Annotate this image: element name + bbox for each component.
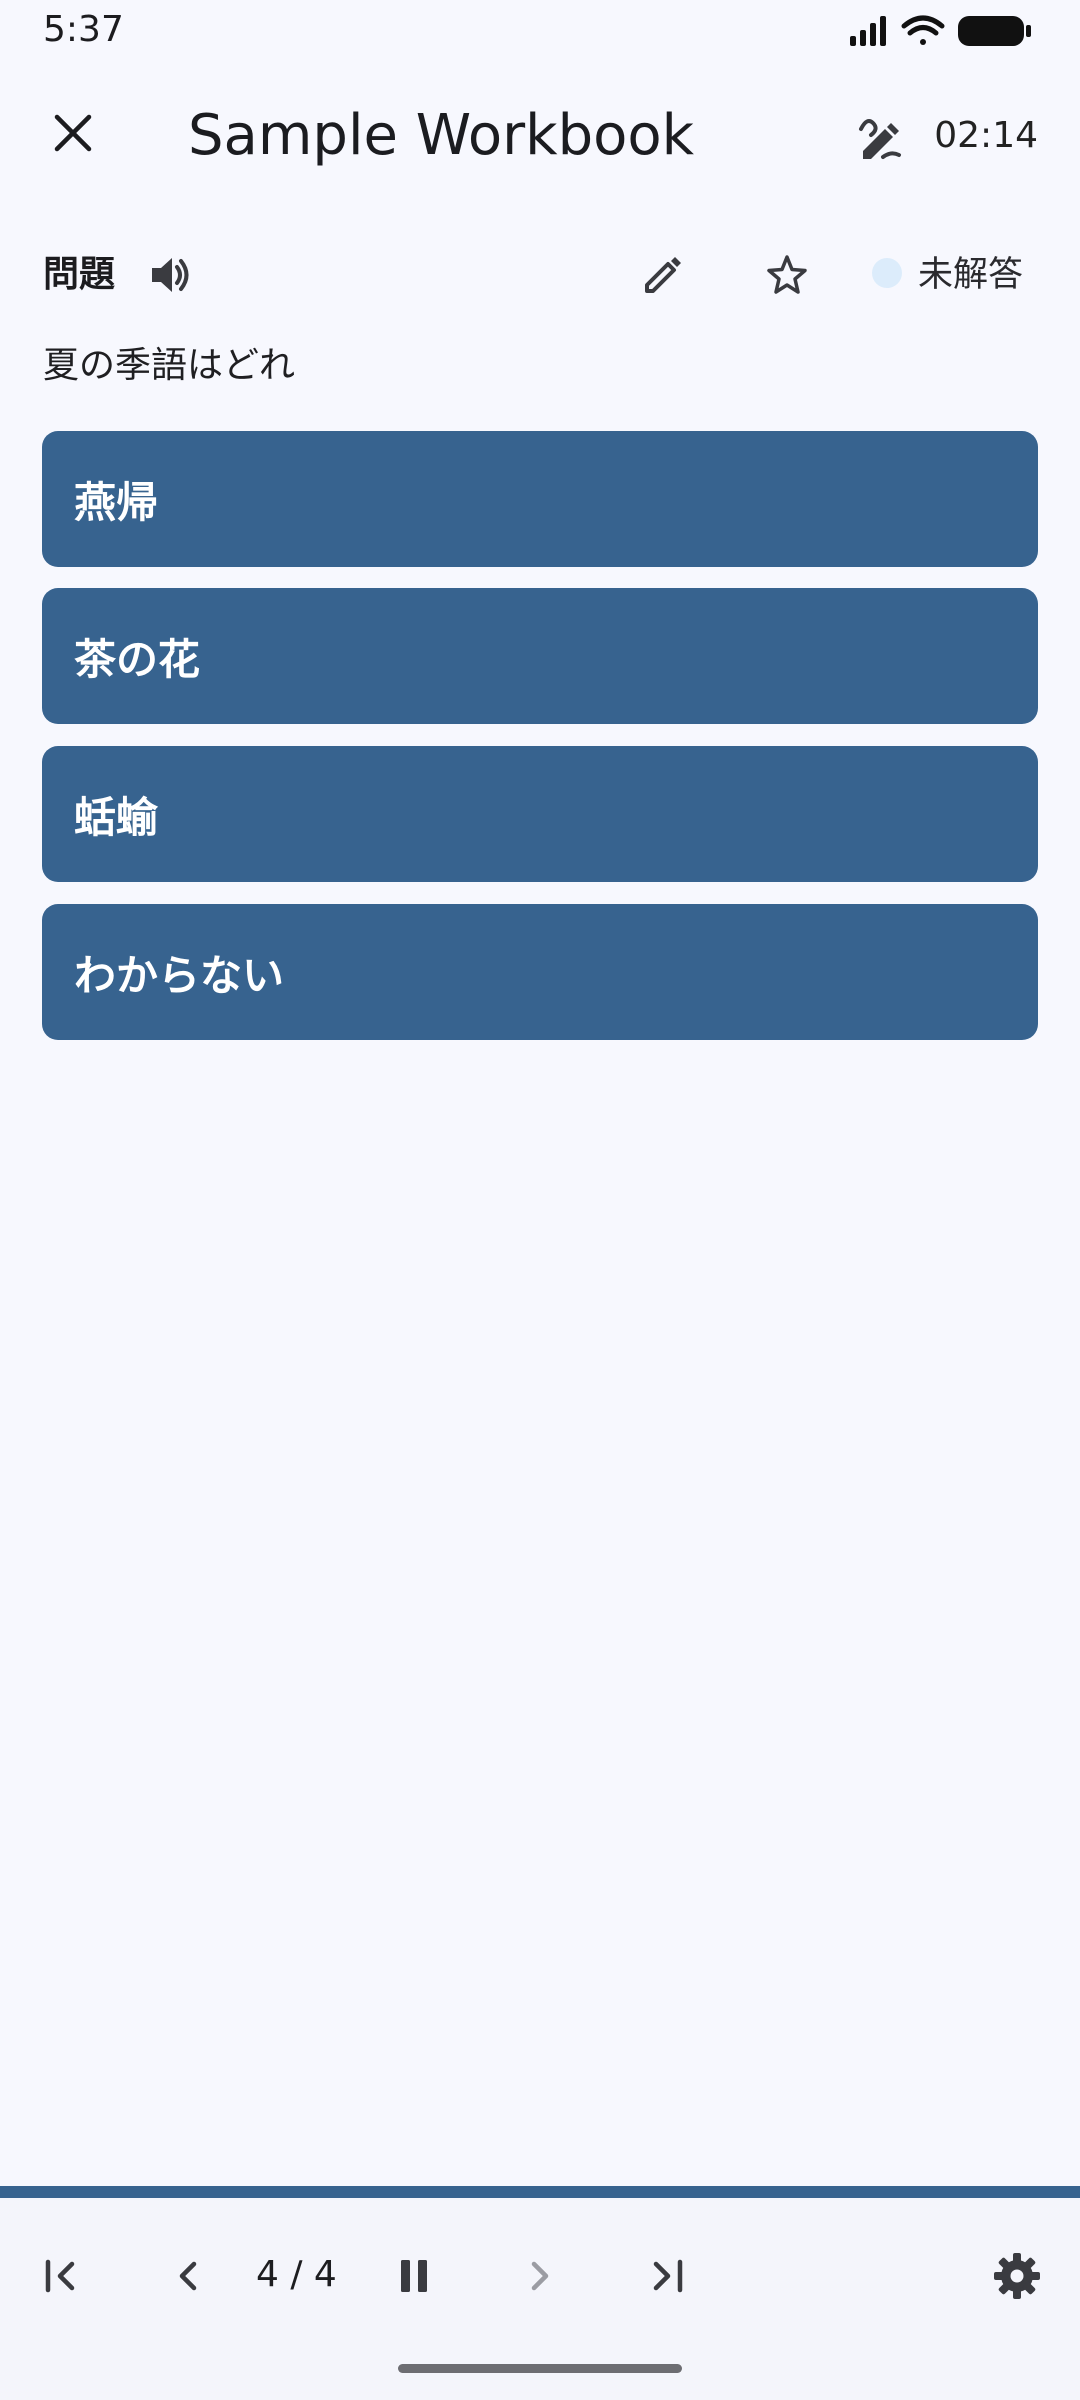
- skip-last-icon: [653, 2259, 683, 2293]
- close-button[interactable]: [40, 100, 106, 166]
- choice-label: 蛞蝓: [74, 792, 159, 842]
- skip-first-icon: [45, 2259, 75, 2293]
- speaker-icon: [152, 258, 189, 292]
- chevron-left-icon: [179, 2261, 197, 2291]
- choice-label: 茶の花: [74, 634, 201, 684]
- pause-button[interactable]: [378, 2240, 450, 2312]
- choice-label: 燕帰: [74, 477, 159, 527]
- elapsed-timer: 02:14: [934, 115, 1038, 156]
- pause-icon: [401, 2260, 427, 2292]
- handwriting-button[interactable]: [848, 104, 914, 170]
- page-indicator: 4 / 4: [256, 2254, 337, 2295]
- gear-icon: [994, 2253, 1040, 2299]
- read-aloud-button[interactable]: [140, 244, 202, 306]
- signal-icon: [850, 16, 886, 46]
- home-indicator[interactable]: [398, 2364, 682, 2373]
- last-question-button[interactable]: [630, 2240, 702, 2312]
- answer-status-label: 未解答: [918, 255, 1024, 295]
- battery-icon: [958, 16, 1031, 46]
- status-bar-time: 5:37: [43, 9, 124, 50]
- next-question-button[interactable]: [504, 2240, 576, 2312]
- handwriting-icon: [859, 119, 901, 159]
- choice-button[interactable]: 茶の花: [42, 588, 1038, 724]
- choice-button[interactable]: 燕帰: [42, 431, 1038, 567]
- question-text: 夏の季語はどれ: [43, 345, 296, 386]
- settings-button[interactable]: [981, 2240, 1053, 2312]
- star-outline-icon: [767, 255, 807, 294]
- answer-status-dot: [872, 258, 902, 288]
- progress-bar: [0, 2186, 1080, 2198]
- pencil-icon: [645, 257, 681, 293]
- chevron-right-icon: [531, 2261, 549, 2291]
- previous-question-button[interactable]: [152, 2240, 224, 2312]
- choice-button[interactable]: わからない: [42, 904, 1038, 1040]
- close-icon: [54, 114, 92, 152]
- wifi-icon: [901, 15, 945, 45]
- question-label: 問題: [43, 254, 116, 295]
- edit-button[interactable]: [632, 244, 694, 306]
- app-title: Sample Workbook: [188, 103, 695, 168]
- first-question-button[interactable]: [26, 2240, 98, 2312]
- choice-label: わからない: [74, 950, 285, 1000]
- status-bar-icons: [840, 10, 1040, 52]
- bookmark-star-button[interactable]: [756, 244, 818, 306]
- choice-button[interactable]: 蛞蝓: [42, 746, 1038, 882]
